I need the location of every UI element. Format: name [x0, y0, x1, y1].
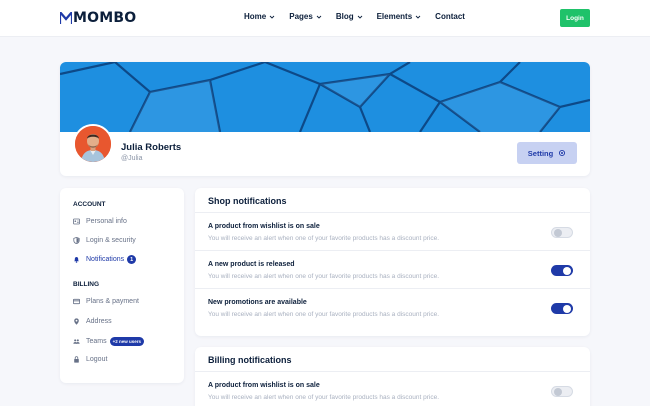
logo-text: MOMBO: [73, 10, 137, 26]
shop-notifications-panel: Shop notifications A product from wishli…: [195, 188, 590, 336]
sidebar-item-label: Address: [86, 318, 112, 325]
sidebar-item-notifications[interactable]: Notifications 1: [73, 255, 137, 264]
nav-contact[interactable]: Contact: [435, 12, 465, 21]
notification-row: A product from wishlist is on sale You w…: [195, 213, 590, 251]
nav-home-label: Home: [244, 12, 267, 21]
sidebar-item-label: Logout: [86, 356, 108, 363]
notification-description: You will receive an alert when one of yo…: [208, 273, 440, 280]
avatar-photo: [75, 126, 111, 162]
nav-contact-label: Contact: [435, 12, 465, 21]
notification-toggle[interactable]: [551, 265, 573, 276]
profile-banner: [60, 62, 590, 132]
setting-button-label: Setting: [527, 148, 554, 158]
login-button[interactable]: Login: [560, 9, 590, 27]
notification-title: A product from wishlist is on sale: [208, 382, 320, 389]
billing-notifications-panel: Billing notifications A product from wis…: [195, 347, 590, 406]
gear-icon: [559, 149, 566, 157]
nav-pages[interactable]: Pages: [289, 12, 322, 21]
sidebar-item-label: Personal info: [86, 218, 127, 225]
notification-title: New promotions are available: [208, 299, 307, 306]
chevron-down-icon: [269, 15, 275, 19]
notification-count-badge: 1: [127, 255, 137, 264]
panel-title: Shop notifications: [208, 196, 287, 206]
logo-mark-icon: [60, 12, 72, 24]
user-handle: @Julia: [121, 155, 143, 162]
sidebar-item-plans-payment[interactable]: Plans & payment: [73, 298, 139, 305]
toggle-knob: [563, 304, 571, 313]
nav-home[interactable]: Home: [244, 12, 275, 21]
sidebar-item-label: Login & security: [86, 237, 136, 244]
sidebar-item-login-security[interactable]: Login & security: [73, 237, 136, 244]
notification-description: You will receive an alert when one of yo…: [208, 235, 440, 242]
nav-blog[interactable]: Blog: [336, 12, 363, 21]
chevron-down-icon: [357, 15, 362, 19]
credit-card-icon: [73, 298, 80, 305]
toggle-knob: [563, 266, 571, 275]
toggle-knob: [554, 229, 562, 237]
sidebar-item-label: Notifications: [86, 256, 125, 263]
chevron-down-icon: [415, 15, 421, 19]
notification-description: You will receive an alert when one of yo…: [208, 311, 440, 318]
toggle-knob: [554, 388, 562, 396]
sidebar-item-teams[interactable]: Teams +2 new users: [73, 337, 145, 346]
sidebar-item-label: Plans & payment: [86, 298, 139, 305]
notification-description: You will receive an alert when one of yo…: [208, 394, 440, 401]
logo[interactable]: MOMBO: [60, 9, 136, 27]
user-name: Julia Roberts: [121, 142, 182, 153]
notification-toggle[interactable]: [551, 386, 573, 397]
users-icon: [73, 338, 80, 345]
sidebar-item-personal-info[interactable]: Personal info: [73, 218, 127, 225]
bell-icon: [73, 256, 80, 263]
notification-row: New promotions are available You will re…: [195, 289, 590, 327]
billing-heading: BILLING: [73, 281, 99, 288]
notification-title: A new product is released: [208, 261, 295, 268]
nav-blog-label: Blog: [335, 12, 354, 21]
sidebar-item-logout[interactable]: Logout: [73, 356, 107, 363]
notification-toggle[interactable]: [551, 227, 573, 238]
notification-toggle[interactable]: [551, 303, 573, 314]
top-navbar: MOMBO Home Pages Blog Elements Contact L…: [0, 0, 650, 37]
chevron-down-icon: [316, 15, 322, 19]
sidebar-item-address[interactable]: Address: [73, 318, 112, 325]
nav-elements[interactable]: Elements: [377, 12, 422, 21]
nav-elements-label: Elements: [376, 12, 413, 21]
profile-card: Julia Roberts @Julia Setting: [60, 62, 590, 176]
map-pin-icon: [73, 318, 80, 325]
account-heading: ACCOUNT: [73, 201, 106, 208]
main-nav: Home Pages Blog Elements Contact: [244, 12, 479, 21]
notification-row: A product from wishlist is on sale You w…: [195, 372, 590, 406]
id-card-icon: [73, 218, 80, 225]
new-users-badge: +2 new users: [109, 337, 145, 346]
account-sidebar: ACCOUNT Personal info Login & security N…: [60, 188, 184, 383]
panel-title: Billing notifications: [208, 355, 292, 365]
avatar[interactable]: [73, 124, 113, 164]
setting-button[interactable]: Setting: [517, 142, 577, 164]
lock-icon: [73, 356, 80, 363]
nav-pages-label: Pages: [289, 12, 313, 21]
notification-title: A product from wishlist is on sale: [208, 223, 320, 230]
notification-row: A new product is released You will recei…: [195, 251, 590, 289]
shield-icon: [73, 237, 80, 244]
sidebar-item-label: Teams: [86, 338, 107, 345]
